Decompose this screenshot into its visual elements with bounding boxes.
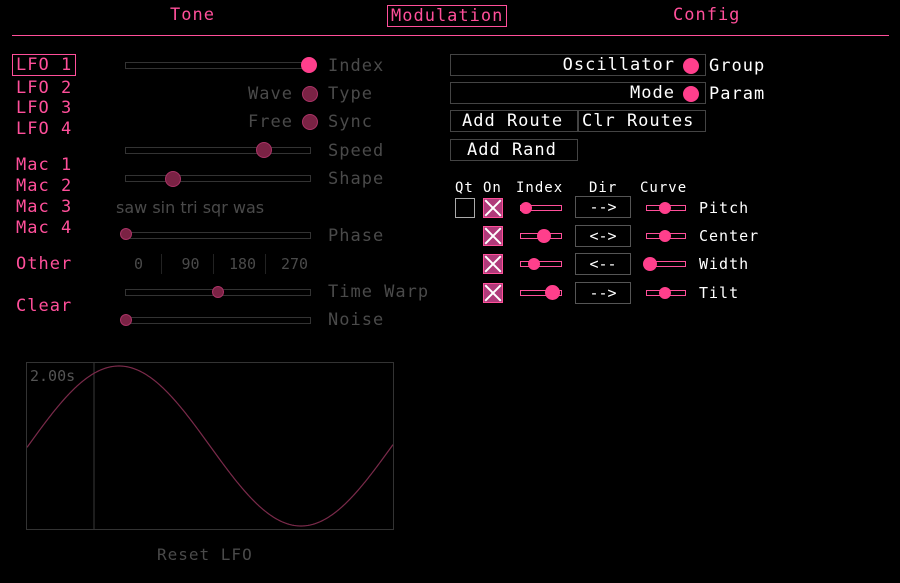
route-enable-checkbox[interactable] (483, 226, 503, 246)
header-index: Index (516, 180, 564, 196)
noise-label: Noise (328, 310, 385, 330)
phase-preset-270[interactable]: 270 (272, 254, 317, 274)
header-dir: Dir (589, 180, 618, 196)
route-target-label: Width (699, 255, 750, 273)
clear-button[interactable]: Clear (16, 296, 72, 316)
add-rand-label: Add Rand (467, 140, 557, 160)
speed-label: Speed (328, 141, 385, 161)
lfo-duration-label: 2.00s (30, 367, 76, 385)
time-warp-slider-knob[interactable] (212, 286, 224, 298)
shape-slider-knob[interactable] (165, 171, 181, 187)
group-dropdown-icon[interactable] (683, 58, 699, 74)
route-curve-knob[interactable] (659, 230, 671, 242)
lfo-waveform-graph (27, 363, 393, 529)
sidebar-item-mac-1[interactable]: Mac 1 (16, 155, 72, 175)
type-label: Type (328, 84, 373, 104)
shape-presets[interactable]: saw sin tri sqr was (116, 198, 264, 217)
shape-label: Shape (328, 169, 385, 189)
lfo-waveform-curve (27, 365, 393, 527)
sync-selector-knob[interactable] (302, 114, 318, 130)
lfo-waveform-display[interactable]: 2.00s (26, 362, 394, 530)
param-label: Param (709, 84, 766, 104)
sidebar-item-mac-3[interactable]: Mac 3 (16, 197, 72, 217)
index-slider-knob[interactable] (301, 57, 317, 73)
clear-routes-button[interactable]: Clr Routes (578, 110, 706, 132)
add-route-label: Add Route (462, 111, 564, 131)
sync-label: Sync (328, 112, 373, 132)
route-curve-knob[interactable] (643, 257, 657, 271)
route-enable-checkbox[interactable] (483, 254, 503, 274)
route-index-knob[interactable] (528, 258, 540, 270)
phase-preset-180[interactable]: 180 (220, 254, 266, 274)
add-route-button[interactable]: Add Route (450, 110, 578, 132)
route-direction-button[interactable]: --> (575, 282, 631, 304)
reset-lfo-button[interactable]: Reset LFO (157, 545, 253, 564)
group-value: Oscillator (562, 55, 675, 75)
index-label: Index (328, 56, 385, 76)
route-target-label: Tilt (699, 284, 740, 302)
header-qt: Qt (455, 180, 474, 196)
wave-type-value[interactable]: Wave (248, 84, 293, 104)
phase-label: Phase (328, 226, 385, 246)
route-enable-checkbox[interactable] (483, 198, 503, 218)
index-slider[interactable] (125, 62, 311, 69)
sidebar-item-lfo-4[interactable]: LFO 4 (16, 119, 72, 139)
sidebar-item-lfo-3[interactable]: LFO 3 (16, 98, 72, 118)
header-curve: Curve (640, 180, 688, 196)
phase-preset-0[interactable]: 0 (116, 254, 162, 274)
noise-slider[interactable] (125, 317, 311, 324)
route-target-label: Center (699, 227, 760, 245)
speed-slider-knob[interactable] (256, 142, 272, 158)
route-curve-knob[interactable] (659, 287, 671, 299)
route-index-knob[interactable] (537, 229, 551, 243)
phase-slider-knob[interactable] (120, 228, 132, 240)
tab-divider (12, 35, 889, 36)
clear-routes-label: Clr Routes (582, 111, 695, 131)
sidebar-item-lfo-2[interactable]: LFO 2 (16, 78, 72, 98)
route-direction-button[interactable]: <-> (575, 225, 631, 247)
type-selector-knob[interactable] (302, 86, 318, 102)
group-label: Group (709, 56, 766, 76)
route-index-slider[interactable] (520, 261, 562, 267)
phase-preset-90[interactable]: 90 (168, 254, 214, 274)
sidebar-item-other[interactable]: Other (16, 254, 72, 274)
shape-slider[interactable] (125, 175, 311, 182)
time-warp-label: Time Warp (328, 282, 430, 302)
route-direction-button[interactable]: --> (575, 196, 631, 218)
tab-config[interactable]: Config (673, 5, 740, 25)
route-direction-button[interactable]: <-- (575, 253, 631, 275)
route-index-knob[interactable] (545, 285, 560, 300)
route-target-label: Pitch (699, 199, 750, 217)
param-selector[interactable]: Mode (450, 82, 706, 104)
route-index-knob[interactable] (520, 202, 532, 214)
noise-slider-knob[interactable] (120, 314, 132, 326)
param-dropdown-icon[interactable] (683, 86, 699, 102)
sidebar-item-mac-2[interactable]: Mac 2 (16, 176, 72, 196)
group-selector[interactable]: Oscillator (450, 54, 706, 76)
param-value: Mode (630, 83, 675, 103)
sidebar-item-mac-4[interactable]: Mac 4 (16, 218, 72, 238)
phase-slider[interactable] (125, 232, 311, 239)
header-on: On (483, 180, 502, 196)
route-quantize-checkbox[interactable] (455, 198, 475, 218)
add-rand-button[interactable]: Add Rand (450, 139, 578, 161)
sidebar-item-lfo-1[interactable]: LFO 1 (12, 54, 77, 76)
tab-tone[interactable]: Tone (170, 5, 215, 25)
route-enable-checkbox[interactable] (483, 283, 503, 303)
sync-mode-value[interactable]: Free (248, 112, 293, 132)
tab-modulation[interactable]: Modulation (387, 5, 508, 27)
route-curve-knob[interactable] (659, 202, 671, 214)
speed-slider[interactable] (125, 147, 311, 154)
